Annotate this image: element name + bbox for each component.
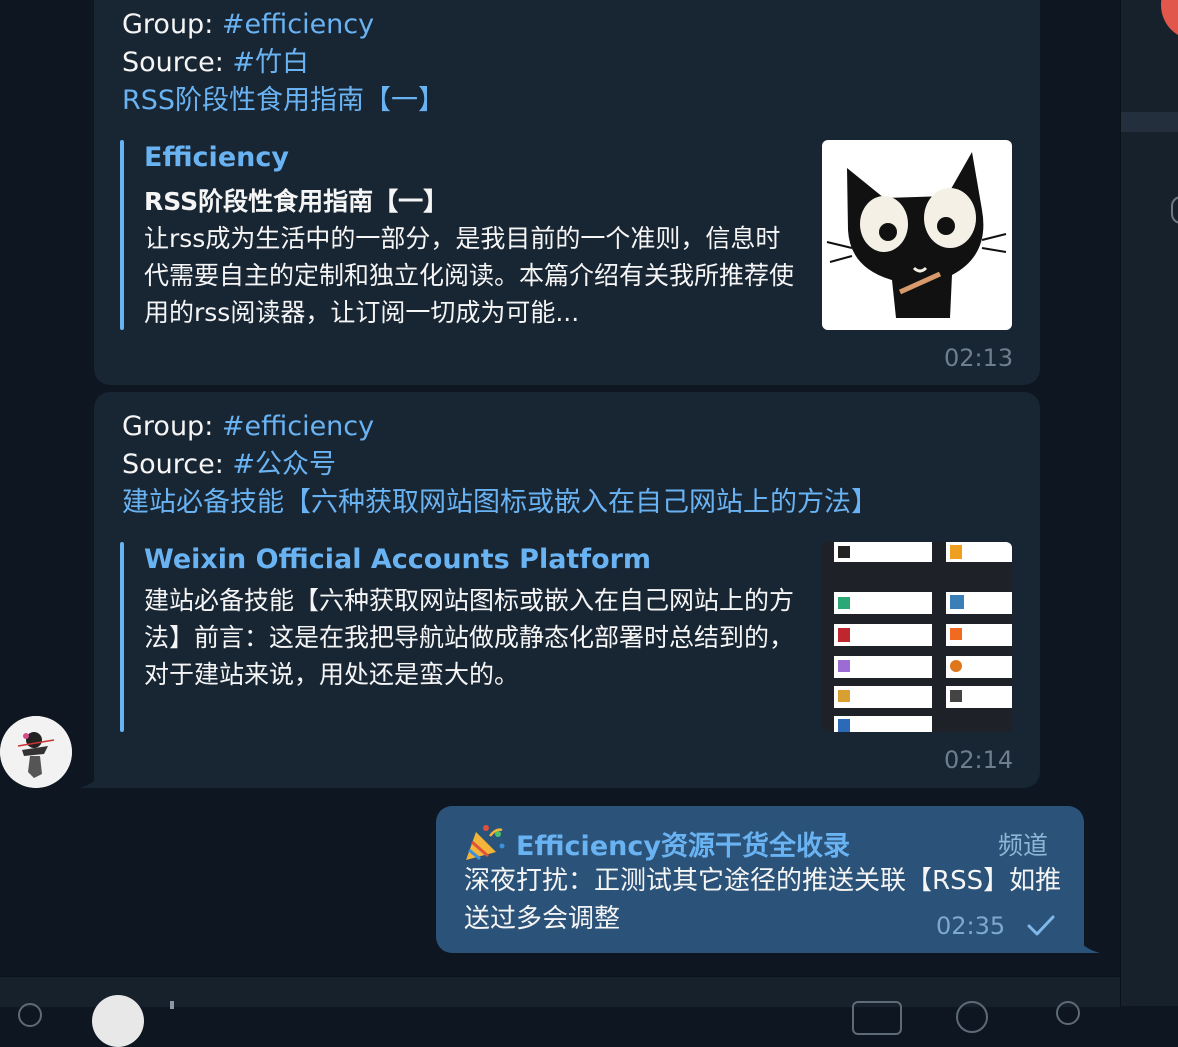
- group-line: Group: #efficiency: [122, 408, 374, 446]
- source-label: Source:: [122, 47, 233, 78]
- party-popper-icon: [462, 822, 506, 862]
- channel-badge: 频道: [998, 831, 1049, 860]
- article-link[interactable]: 建站必备技能【六种获取网站图标或嵌入在自己网站上的方法】: [122, 484, 878, 522]
- preview-accent-bar: [120, 140, 124, 330]
- bubble-tail: [80, 772, 102, 788]
- group-label: Group:: [122, 411, 222, 442]
- source-label: Source:: [122, 449, 233, 480]
- bot-commands-icon[interactable]: [852, 1001, 902, 1035]
- panel-divider: [1121, 112, 1178, 132]
- group-label: Group:: [122, 9, 222, 40]
- source-line: Source: #竹白: [122, 44, 309, 82]
- bubble-tail: [1076, 937, 1100, 953]
- composer-avatar[interactable]: [92, 995, 144, 1047]
- hashtag-source[interactable]: #竹白: [232, 47, 309, 78]
- sender-avatar[interactable]: [0, 716, 72, 788]
- source-line: Source: #公众号: [122, 446, 336, 484]
- message-time: 02:13: [944, 344, 1014, 372]
- website-list-thumbnail[interactable]: [822, 542, 1012, 732]
- single-check-icon: [1027, 915, 1055, 936]
- preview-site-name: Weixin Official Accounts Platform: [144, 544, 652, 575]
- link-preview[interactable]: Efficiency RSS阶段性食用指南【一】 让rss成为生活中的一部分，是…: [120, 140, 1020, 330]
- attach-icon[interactable]: [18, 1003, 42, 1027]
- preview-accent-bar: [120, 542, 124, 732]
- composer-bar: [0, 976, 1120, 1047]
- chat-area: Group: #efficiency Source: #竹白 RSS阶段性食用指…: [0, 0, 1120, 976]
- channel-name[interactable]: Efficiency资源干货全收录: [516, 824, 850, 863]
- preview-description: 建站必备技能【六种获取网站图标或嵌入在自己网站上的方法】前言：这是在我把导航站做…: [144, 586, 795, 689]
- hashtag-efficiency[interactable]: #efficiency: [222, 9, 374, 40]
- panel-icon-fragment: [1171, 196, 1178, 224]
- hashtag-source[interactable]: #公众号: [232, 449, 336, 480]
- preview-description: 让rss成为生活中的一部分，是我目前的一个准则，信息时代需要自主的定制和独立化阅…: [144, 224, 795, 327]
- group-line: Group: #efficiency: [122, 6, 374, 44]
- message-time: 02:14: [944, 746, 1014, 774]
- article-link[interactable]: RSS阶段性食用指南【一】: [122, 82, 445, 120]
- preview-title: RSS阶段性食用指南【一】: [144, 187, 449, 216]
- microphone-icon[interactable]: [1056, 1001, 1080, 1025]
- preview-site-name: Efficiency: [144, 142, 289, 173]
- text-cursor: [170, 1001, 174, 1009]
- hashtag-efficiency[interactable]: #efficiency: [222, 411, 374, 442]
- link-preview[interactable]: Weixin Official Accounts Platform 建站必备技能…: [120, 542, 1020, 732]
- outgoing-message-time: 02:35: [936, 912, 1006, 940]
- right-side-panel: [1120, 0, 1178, 1006]
- black-cat-thumbnail[interactable]: [822, 140, 1012, 330]
- panel-avatar-corner[interactable]: [1161, 0, 1178, 40]
